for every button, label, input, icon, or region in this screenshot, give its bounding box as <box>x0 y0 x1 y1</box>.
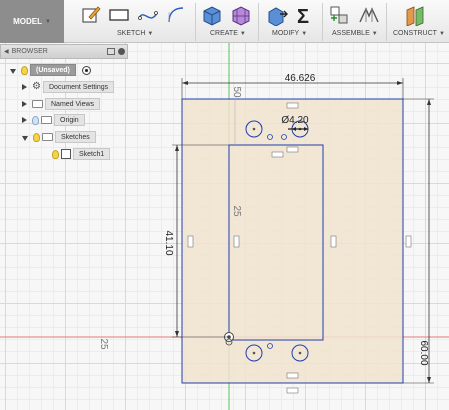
construct-menu[interactable]: CONSTRUCT ▼ <box>393 30 445 37</box>
diameter-label[interactable]: Ø4.20 <box>281 115 309 126</box>
dimension-height-label[interactable]: 60.00 <box>418 340 429 365</box>
sketch-menu[interactable]: SKETCH ▼ <box>117 30 153 37</box>
inner-offset-label[interactable]: 25 <box>231 205 242 217</box>
toolbar: MODEL ▼ SKETCH ▼ CREATE ▼ Σ MODIFY ▼ ASS… <box>0 0 449 43</box>
tree-item-label[interactable]: Sketches <box>55 131 96 143</box>
visibility-bulb-icon[interactable] <box>52 149 59 159</box>
as-built-joint-icon[interactable] <box>358 4 380 26</box>
assemble-menu[interactable]: ASSEMBLE ▼ <box>332 30 378 37</box>
toolbar-divider <box>195 3 196 41</box>
toolbar-divider <box>322 3 323 41</box>
tree-item-sketch1[interactable]: Sketch1 <box>52 147 111 161</box>
visibility-bulb-icon[interactable] <box>21 65 28 75</box>
arc-icon[interactable] <box>165 4 187 26</box>
workspace-switcher[interactable]: MODEL ▼ <box>0 0 64 43</box>
construct-menu-label: CONSTRUCT <box>393 30 437 37</box>
tree-root-label[interactable]: (Unsaved) <box>30 64 76 76</box>
workspace-label: MODEL <box>13 17 42 26</box>
modify-menu-label: MODIFY <box>272 30 300 37</box>
hole-center <box>252 127 256 131</box>
pin-icon[interactable] <box>107 48 115 55</box>
expand-triangle-icon[interactable] <box>22 135 28 141</box>
left-offset-label[interactable]: 25 <box>98 338 109 350</box>
chevron-down-icon: ▼ <box>44 18 51 25</box>
visibility-bulb-icon[interactable] <box>33 132 40 142</box>
tree-item-label[interactable]: Document Settings <box>42 81 115 93</box>
tree-item-label[interactable]: Sketch1 <box>73 148 111 160</box>
dimension-width-label[interactable]: 46.626 <box>285 73 316 84</box>
hole-center <box>252 351 256 355</box>
push-pull-icon[interactable] <box>266 4 288 26</box>
browser-title: BROWSER <box>11 48 48 55</box>
tree-item-sketches[interactable]: Sketches <box>22 130 96 144</box>
chevron-down-icon: ▼ <box>301 30 308 37</box>
svg-text:Σ: Σ <box>297 6 309 26</box>
box-icon[interactable] <box>201 4 223 26</box>
sketch-icon <box>61 149 71 159</box>
create-menu-label: CREATE <box>210 30 238 37</box>
tree-root[interactable]: (Unsaved) <box>10 63 91 77</box>
sigma-icon[interactable]: Σ <box>294 4 316 26</box>
folder-icon <box>41 116 52 124</box>
offset-plane-icon[interactable] <box>404 4 426 26</box>
browser-header[interactable]: ◀ BROWSER <box>0 44 128 59</box>
tree-item-label[interactable]: Origin <box>54 114 85 126</box>
gear-icon: ⚙ <box>32 81 41 92</box>
chevron-down-icon: ▼ <box>371 30 378 37</box>
hole-center <box>298 351 302 355</box>
tree-item-label[interactable]: Named Views <box>45 98 101 110</box>
toolbar-divider <box>258 3 259 41</box>
expand-triangle-icon[interactable] <box>10 68 16 74</box>
browser-panel: ◀ BROWSER (Unsaved) ⚙ Document Settings … <box>0 44 128 162</box>
tree-item-origin[interactable]: Origin <box>22 113 85 127</box>
dimension-inner-height-label[interactable]: 41.10 <box>163 230 174 255</box>
assemble-menu-label: ASSEMBLE <box>332 30 370 37</box>
chevron-down-icon: ▼ <box>239 30 246 37</box>
tree-item-named-views[interactable]: Named Views <box>22 97 101 111</box>
toolbar-divider <box>386 3 387 41</box>
chevron-down-icon: ▼ <box>438 30 445 37</box>
tree-item-document-settings[interactable]: ⚙ Document Settings <box>22 80 115 94</box>
rectangle-icon[interactable] <box>108 4 130 26</box>
expand-triangle-icon[interactable] <box>22 101 27 107</box>
sketch-menu-label: SKETCH <box>117 30 146 37</box>
browser-options-icon[interactable] <box>118 48 125 55</box>
joint-icon[interactable] <box>328 4 350 26</box>
expand-triangle-icon[interactable] <box>22 84 27 90</box>
collapse-triangle-icon[interactable]: ◀ <box>4 48 9 55</box>
visibility-bulb-icon[interactable] <box>32 115 39 125</box>
create-menu[interactable]: CREATE ▼ <box>210 30 246 37</box>
activate-radio-icon[interactable] <box>81 65 91 75</box>
spline-icon[interactable] <box>137 4 159 26</box>
grid-box-icon[interactable] <box>230 4 252 26</box>
sketch-create-icon[interactable] <box>80 4 102 26</box>
folder-icon <box>32 100 43 108</box>
chevron-down-icon: ▼ <box>147 30 154 37</box>
folder-icon <box>42 133 53 141</box>
top-offset-label[interactable]: 50 <box>231 86 242 98</box>
expand-triangle-icon[interactable] <box>22 117 27 123</box>
modify-menu[interactable]: MODIFY ▼ <box>272 30 307 37</box>
